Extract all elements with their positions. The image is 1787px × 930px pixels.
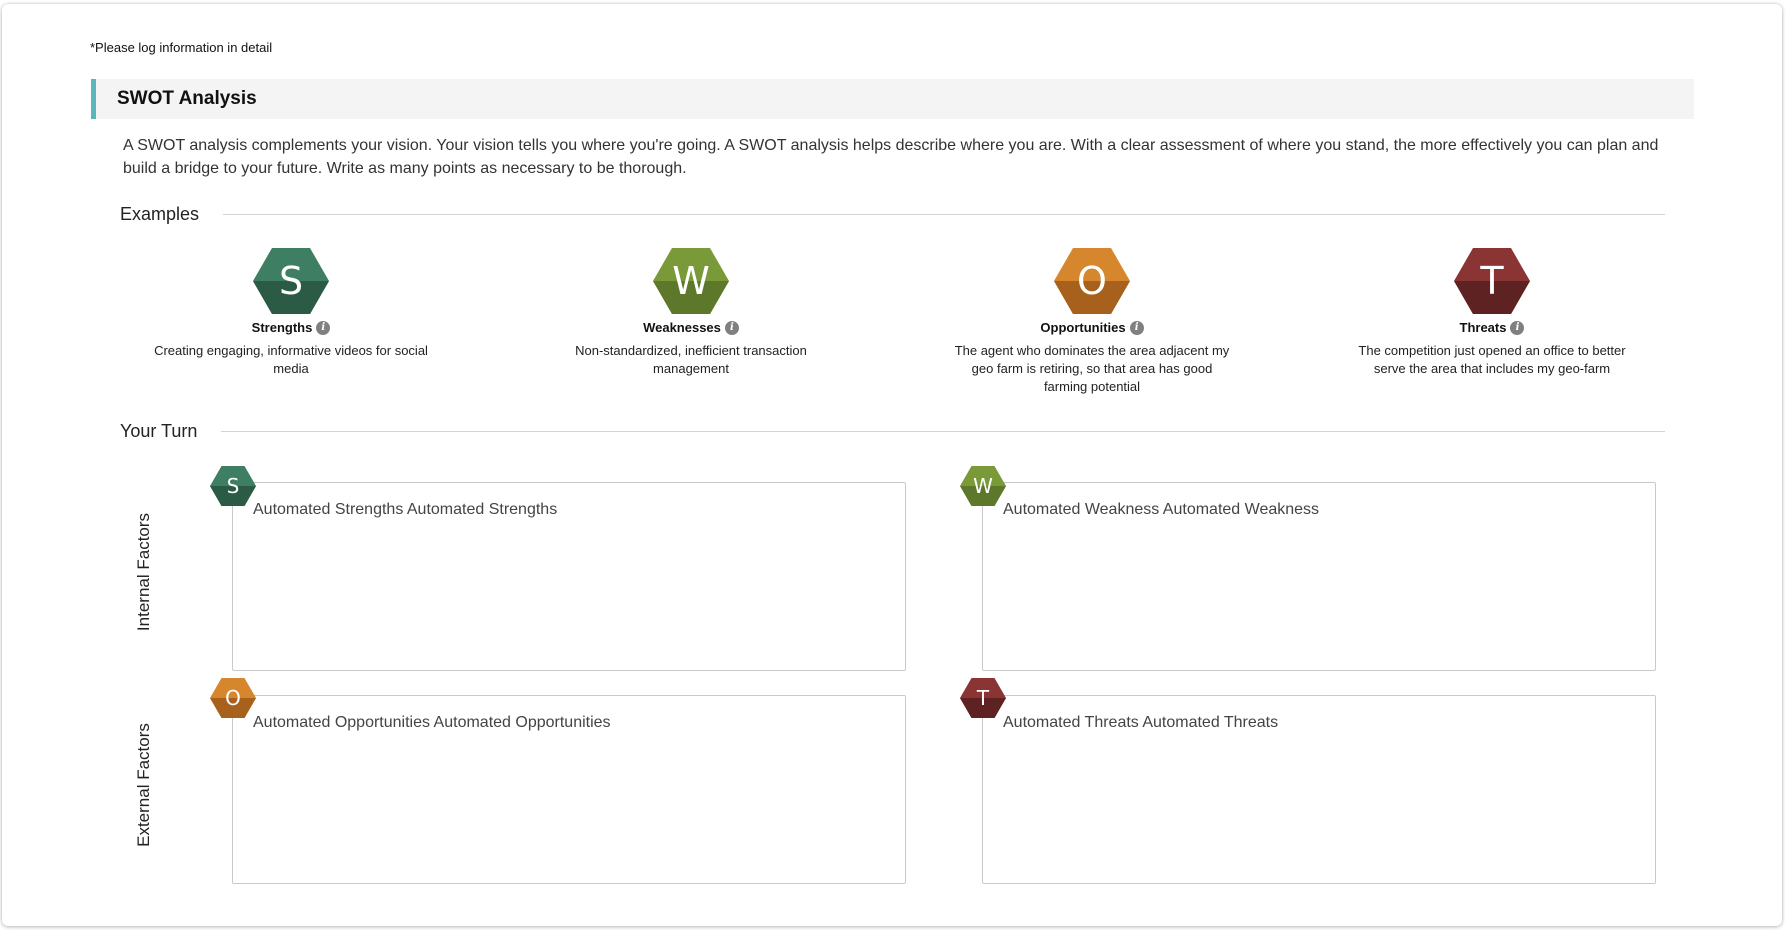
divider [223,214,1665,215]
example-opportunities: O Opportunities i The agent who dominate… [947,248,1237,396]
info-icon[interactable]: i [724,320,739,335]
detail-note: *Please log information in detail [90,40,273,55]
example-strengths: S Strengths i Creating engaging, informa… [146,248,436,378]
info-icon[interactable]: i [1510,320,1525,335]
example-threats: T Threats i The competition just opened … [1347,248,1637,378]
intro-text: A SWOT analysis complements your vision.… [123,137,1659,177]
example-title: Weaknesses [643,320,721,335]
internal-factors-label: Internal Factors [134,512,153,632]
divider [221,431,1665,432]
weaknesses-textarea[interactable]: Automated Weakness Automated Weakness [982,482,1656,671]
info-icon[interactable]: i [316,320,331,335]
example-weaknesses: W Weaknesses i Non-standardized, ineffic… [546,248,836,378]
example-description: The competition just opened an office to… [1358,343,1626,376]
opportunities-textarea[interactable]: Automated Opportunities Automated Opport… [232,695,906,884]
example-title: Opportunities [1040,320,1126,335]
your-turn-heading-label: Your Turn [120,421,198,441]
opportunities-hex-icon: O [1054,248,1130,314]
examples-heading: Examples [120,204,1665,225]
threats-textarea[interactable]: Automated Threats Automated Threats [982,695,1656,884]
strengths-textarea[interactable]: Automated Strengths Automated Strengths [232,482,906,671]
external-factors-label: External Factors [134,723,153,847]
example-description: The agent who dominates the area adjacen… [954,343,1230,394]
info-icon[interactable]: i [1129,320,1144,335]
examples-heading-label: Examples [120,204,200,224]
example-description: Non-standardized, inefficient transactio… [575,343,807,376]
page-title: SWOT Analysis [117,88,257,109]
example-description: Creating engaging, informative videos fo… [154,343,428,376]
threats-hex-icon: T [1454,248,1530,314]
example-title: Strengths [251,320,313,335]
strengths-hex-icon: S [253,248,329,314]
your-turn-heading: Your Turn [120,421,1665,442]
example-title: Threats [1459,320,1507,335]
section-header: SWOT Analysis [91,79,1694,119]
weaknesses-hex-icon: W [653,248,729,314]
